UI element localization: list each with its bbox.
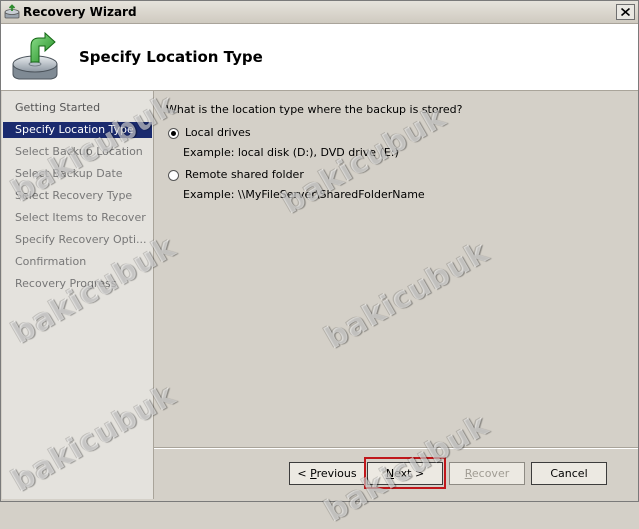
previous-button[interactable]: < Previous <box>289 462 365 485</box>
backup-restore-icon <box>9 30 63 84</box>
footer-separator <box>154 447 638 449</box>
wizard-steps-sidebar: Getting Started Specify Location Type Se… <box>2 91 154 499</box>
remote-shared-folder-radio[interactable] <box>168 170 179 181</box>
step-confirmation: Confirmation <box>15 255 87 268</box>
step-select-items-to-recover: Select Items to Recover <box>15 211 146 224</box>
local-drives-radio[interactable] <box>168 128 179 139</box>
window-title: Recovery Wizard <box>23 5 137 19</box>
close-icon <box>621 8 630 16</box>
step-select-recovery-type: Select Recovery Type <box>15 189 133 202</box>
location-type-question: What is the location type where the back… <box>166 103 463 116</box>
step-select-backup-date: Select Backup Date <box>15 167 123 180</box>
wizard-content: What is the location type where the back… <box>154 91 638 447</box>
step-specify-location-type[interactable]: Specify Location Type <box>3 122 152 138</box>
wizard-app-icon <box>4 4 20 20</box>
step-select-backup-location: Select Backup Location <box>15 145 143 158</box>
local-drives-label[interactable]: Local drives <box>185 126 251 139</box>
remote-shared-folder-label[interactable]: Remote shared folder <box>185 168 304 181</box>
local-drives-example: Example: local disk (D:), DVD drive (E:) <box>183 146 399 159</box>
next-button-highlight <box>364 457 446 489</box>
step-getting-started[interactable]: Getting Started <box>3 100 152 116</box>
close-button[interactable] <box>616 4 635 20</box>
title-bar[interactable]: Recovery Wizard <box>1 1 638 24</box>
recovery-wizard-window: Recovery Wizard Specify Location Type Ge… <box>0 0 639 529</box>
remote-shared-folder-example: Example: \\MyFileServer\SharedFolderName <box>183 188 425 201</box>
radio-selected-dot <box>171 131 176 136</box>
step-specify-recovery-options: Specify Recovery Opti... <box>15 233 147 246</box>
cancel-button[interactable]: Cancel <box>531 462 607 485</box>
recover-button: Recover <box>449 462 525 485</box>
wizard-header: Specify Location Type <box>1 24 638 91</box>
step-recovery-progress: Recovery Progress <box>15 277 117 290</box>
page-title: Specify Location Type <box>79 48 263 66</box>
